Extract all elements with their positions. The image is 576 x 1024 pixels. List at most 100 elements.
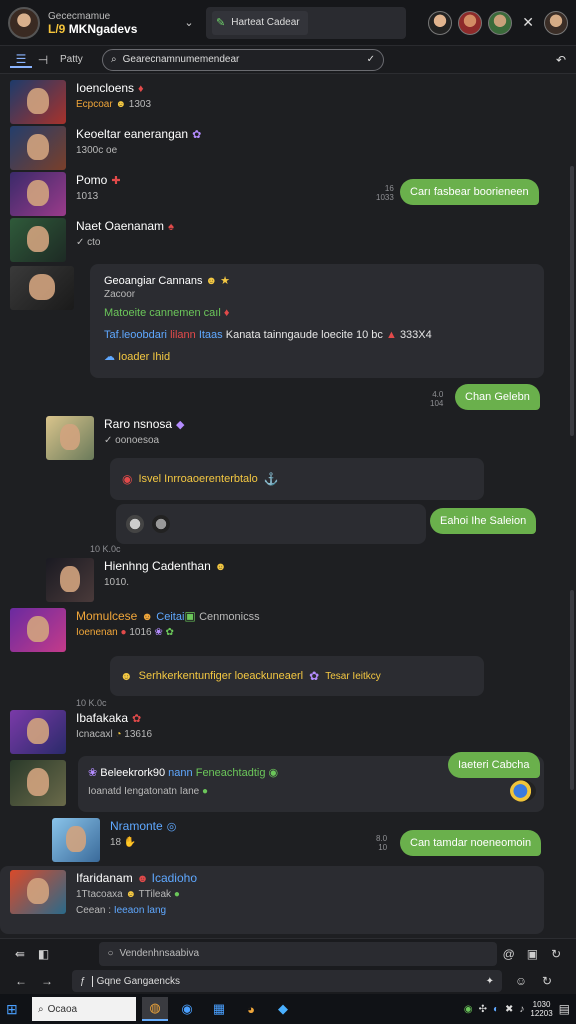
volume-icon[interactable]: ♪ (519, 1004, 524, 1015)
pane-search-input[interactable]: ○ Vendenhnsaabiva (99, 941, 497, 966)
chevron-down-icon[interactable]: ⌄ (182, 16, 196, 29)
participant-avatar[interactable] (428, 10, 453, 35)
taskbar-search[interactable]: ⌕ Ocaoa (32, 997, 136, 1021)
at-icon[interactable]: @ (497, 947, 521, 961)
participant-avatar[interactable] (458, 10, 483, 35)
contact-name: Ifaridanam (76, 871, 133, 885)
attachment-card[interactable] (116, 504, 426, 544)
warning-icon: ▲ (385, 329, 397, 341)
panel-icon[interactable]: ◧ (32, 947, 56, 961)
message-timestamp: 16 1033 (376, 184, 394, 202)
card-title-tertiary: Feneachtadtig (195, 767, 266, 779)
tab-label[interactable]: Patty (60, 54, 96, 65)
profile-avatar[interactable] (8, 6, 40, 39)
contact-note-link[interactable]: Ieeaon lang (114, 905, 166, 916)
taskbar-app-icon[interactable]: ▦ (206, 997, 232, 1021)
contact-time: 1303 (128, 99, 152, 110)
outgoing-message[interactable]: Chan Gelebn (455, 384, 540, 410)
contact-name: Ioencloens (76, 81, 135, 95)
avatar (10, 710, 66, 754)
avatar (10, 218, 66, 262)
windows-start-icon[interactable]: ⊞ (6, 1001, 26, 1018)
conversation-search-input[interactable]: ⌕ Gearecnamnumemendear ✓ (102, 48, 384, 71)
system-clock[interactable]: 1030 12203 (530, 1000, 552, 1018)
contact-status: Icnacaxl (76, 729, 113, 740)
current-user-avatar[interactable] (544, 10, 568, 35)
avatar (46, 558, 94, 602)
outgoing-message[interactable]: Can tamdar noeneomoin (400, 830, 542, 856)
arrow-left-icon[interactable]: ← (8, 974, 34, 988)
browser-icon[interactable]: ◕ (238, 997, 264, 1021)
card-line-link[interactable]: Taf.leoobdari (104, 329, 167, 341)
message-input[interactable]: ƒ Gqne Gangaencks ✦ (72, 970, 502, 992)
grid-icon[interactable]: ▣ (521, 947, 545, 961)
emoji-icon[interactable]: ✦ (486, 976, 494, 987)
tray-icon[interactable]: ✖ (505, 1004, 513, 1015)
back-icon[interactable]: ⇚ (8, 947, 32, 961)
refresh-icon[interactable]: ↻ (534, 974, 560, 988)
avatar (10, 80, 66, 124)
list-item[interactable]: Pomo ✚ 1013 (10, 172, 121, 216)
scrollbar-thumb[interactable] (570, 590, 574, 790)
outgoing-message[interactable]: Carı fasbear boorieneen (400, 179, 539, 205)
list-item[interactable]: Raro nsnosa ◆ ✓ oonoesoa (46, 416, 185, 460)
list-item[interactable]: Ioencloens ♦ Ecpcoar ☻ 1303 (10, 80, 151, 124)
cloud-icon: ☁ (104, 351, 115, 363)
smile-icon[interactable]: ☺ (508, 974, 534, 988)
clock-date: 12203 (530, 1009, 553, 1018)
close-icon[interactable]: ✕ (522, 14, 534, 31)
notifications-icon[interactable]: ▤ (559, 1002, 570, 1016)
list-item[interactable]: Ifaridanam ☻ Icadioho 1Ttacoaxa ☻ TTileak… (10, 870, 197, 919)
scrollbar-thumb[interactable] (570, 166, 574, 436)
tray-icon[interactable]: ◐ (493, 1004, 499, 1015)
taskbar-app-icon[interactable]: ◆ (270, 997, 296, 1021)
workspace-title[interactable]: Gececmamue L/9 MKNgadevs (48, 10, 178, 36)
tray-icon[interactable]: ✣ (479, 1004, 487, 1015)
list-item[interactable]: Nramonte ◎ 18 ✋ (52, 818, 176, 862)
arrow-right-icon[interactable]: → (34, 974, 60, 988)
message-feed[interactable]: Ioencloens ♦ Ecpcoar ☻ 1303 Keoeltar eane… (0, 76, 576, 934)
smile-icon: ☻ (120, 669, 133, 683)
compose-pill[interactable]: ✎ Harteat Cadear (212, 10, 308, 35)
taskbar-app-icon[interactable]: ◉ (174, 997, 200, 1021)
flower-icon: ✿ (309, 669, 320, 683)
message-card[interactable]: ◉ Isvel Inrroaoerenterbtalo ⚓ (110, 458, 484, 500)
card-line-footer: Ihid (152, 351, 171, 363)
pane-bar: ⇚ ◧ ○ Vendenhnsaabiva @ ▣ ↻ (0, 938, 576, 968)
check-icon[interactable]: ✓ (367, 54, 375, 65)
outgoing-message[interactable]: Iaeteri Cabcha (448, 752, 540, 778)
gem-icon: ♦ (223, 307, 230, 319)
refresh-icon[interactable]: ↻ (544, 947, 568, 961)
sticker-icon: ● (202, 786, 209, 797)
contact-name: Keoeltar eanerangan (76, 127, 189, 141)
layout-icon[interactable]: ⊣ (32, 53, 54, 67)
gift-icon: ✚ (111, 175, 121, 187)
contact-time: 1013 (76, 191, 99, 202)
gift-icon: ❀ (154, 627, 163, 638)
list-item[interactable]: Momulcese ☻ Ceitai▣ Cenmonicss Ioenenan ●… (10, 608, 260, 652)
menu-icon[interactable]: ☰ (10, 52, 32, 68)
outgoing-message[interactable]: Eahoi Ihe Saleion (430, 508, 537, 534)
list-item[interactable]: Keoeltar eanerangan ✿ 1300c oe (10, 126, 201, 170)
message-card[interactable]: Geoangiar Cannans ☻ ★ Zacoor Matoeite ca… (90, 264, 544, 378)
smile-icon: ☻ (115, 99, 126, 110)
flower-icon: ❀ (88, 767, 98, 779)
card-subtitle: Ioanatd Iengatonatn (88, 786, 177, 797)
list-item[interactable]: Ibafakaka ✿ Icnacaxl ◔ 13616 (10, 710, 152, 754)
contact-name: Ibafakaka (76, 711, 129, 725)
list-item[interactable]: Naet Oaenanam ♠ ✓ cto (10, 218, 174, 262)
list-item[interactable]: Hienhng Cadenthan ☻ 1010. (46, 558, 226, 602)
contact-name: Hienhng Cadenthan (104, 559, 211, 573)
tray-icon[interactable]: ◉ (464, 1004, 473, 1015)
card-line-footer: Ioader (118, 351, 150, 363)
attach-icon[interactable]: ƒ (80, 976, 86, 987)
reaction-icon[interactable] (510, 780, 536, 802)
header-search[interactable]: ✎ Harteat Cadear (206, 6, 406, 39)
taskbar-app-icon[interactable]: ◍ (142, 997, 168, 1021)
avatar (126, 515, 144, 533)
participant-avatar[interactable] (488, 10, 513, 35)
os-taskbar: ⊞ ⌕ Ocaoa ◍ ◉ ▦ ◕ ◆ ◉ ✣ ◐ ✖ ♪ 1030 12203… (0, 994, 576, 1024)
message-card[interactable]: ☻ Serhkerkentunfiger loeackuneaerl ✿ Tes… (110, 656, 484, 696)
undo-icon[interactable]: ↶ (556, 53, 566, 67)
message-timestamp: 8.0 10 (376, 834, 388, 852)
